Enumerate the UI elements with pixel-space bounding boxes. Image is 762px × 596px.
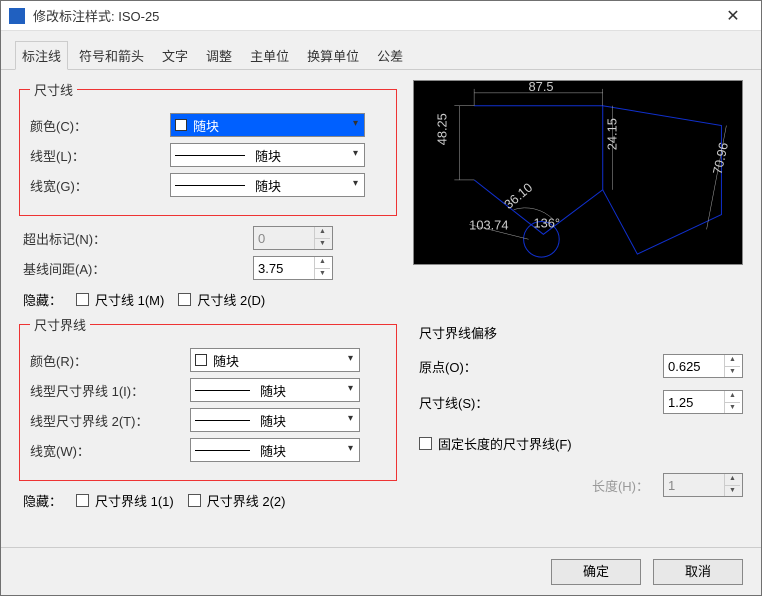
- svg-text:48.25: 48.25: [434, 113, 449, 145]
- extend-label: 超出标记(N)：: [23, 229, 253, 248]
- extline-group: 尺寸界线 颜色(R)： 随块 ▾ 线型尺寸界线 1(I)：: [19, 315, 397, 481]
- spin-down-icon[interactable]: ▼: [725, 403, 740, 414]
- dimline-hide1-checkbox[interactable]: 尺寸线 1(M): [76, 290, 164, 309]
- chevron-down-icon: ▾: [348, 353, 353, 364]
- dimline-legend: 尺寸线: [30, 80, 77, 99]
- tab-dimline[interactable]: 标注线: [15, 41, 68, 70]
- dimline-hide-label: 隐藏：: [23, 290, 62, 309]
- baseline-input[interactable]: [254, 257, 314, 279]
- extline-hide-label: 隐藏：: [23, 491, 62, 510]
- svg-text:36.10: 36.10: [501, 180, 535, 212]
- extend-spinner: ▲▼: [253, 226, 333, 250]
- spin-up-icon[interactable]: ▲: [315, 257, 330, 269]
- extltype2-label: 线型尺寸界线 2(T)：: [30, 411, 190, 430]
- chevron-down-icon: ▾: [348, 383, 353, 394]
- tab-primary-units[interactable]: 主单位: [243, 41, 296, 69]
- spin-down-icon: ▼: [725, 486, 740, 497]
- line-sample-icon: [195, 450, 250, 451]
- chevron-down-icon: ▾: [353, 118, 358, 129]
- line-sample-icon: [195, 390, 250, 391]
- svg-text:136°: 136°: [533, 215, 560, 230]
- dialog-footer: 确定 取消: [1, 547, 761, 595]
- tab-fit[interactable]: 调整: [199, 41, 239, 69]
- tab-tolerance[interactable]: 公差: [370, 41, 410, 69]
- dimline-color-select[interactable]: 随块 ▾: [170, 113, 365, 137]
- extltype1-label: 线型尺寸界线 1(I)：: [30, 381, 190, 400]
- extline-hide1-checkbox[interactable]: 尺寸界线 1(1): [76, 491, 174, 510]
- tab-bar: 标注线 符号和箭头 文字 调整 主单位 换算单位 公差: [1, 31, 761, 70]
- chevron-down-icon: ▾: [353, 178, 358, 189]
- origin-input[interactable]: [664, 355, 724, 377]
- chevron-down-icon: ▾: [348, 413, 353, 424]
- line-sample-icon: [175, 155, 245, 156]
- length-label: 长度(H)：: [419, 476, 663, 495]
- extend-input: [254, 227, 314, 249]
- svg-text:70.96: 70.96: [710, 141, 731, 176]
- offset-dimline-label: 尺寸线(S)：: [419, 393, 663, 412]
- chevron-down-icon: ▾: [353, 148, 358, 159]
- dimline-group: 尺寸线 颜色(C)： 随块 ▾ 线型(L)：: [19, 80, 397, 216]
- dimline-ltype-select[interactable]: 随块 ▾: [170, 143, 365, 167]
- line-sample-icon: [175, 185, 245, 186]
- spin-down-icon[interactable]: ▼: [315, 269, 330, 280]
- baseline-spinner[interactable]: ▲▼: [253, 256, 333, 280]
- tab-alt-units[interactable]: 换算单位: [300, 41, 366, 69]
- tab-text[interactable]: 文字: [155, 41, 195, 69]
- line-sample-icon: [195, 420, 250, 421]
- baseline-label: 基线间距(A)：: [23, 259, 253, 278]
- window-title: 修改标注样式: ISO-25: [33, 6, 713, 25]
- spin-down-icon: ▼: [315, 239, 330, 250]
- offset-legend: 尺寸界线偏移: [419, 323, 743, 342]
- spin-up-icon[interactable]: ▲: [725, 391, 740, 403]
- offset-group: 尺寸界线偏移 原点(O)： ▲▼ 尺寸线(S)： ▲▼: [413, 315, 743, 497]
- color-swatch-icon: [195, 354, 207, 366]
- spin-up-icon[interactable]: ▲: [725, 355, 740, 367]
- dimline-lweight-select[interactable]: 随块 ▾: [170, 173, 365, 197]
- extline-lweight-select[interactable]: 随块 ▾: [190, 438, 360, 462]
- extcolor-label: 颜色(R)：: [30, 351, 190, 370]
- spin-up-icon: ▲: [725, 474, 740, 486]
- extline-ltype1-select[interactable]: 随块 ▾: [190, 378, 360, 402]
- chevron-down-icon: ▾: [348, 443, 353, 454]
- spin-down-icon[interactable]: ▼: [725, 367, 740, 378]
- origin-label: 原点(O)：: [419, 357, 663, 376]
- app-icon: [9, 8, 25, 24]
- offset-dimline-spinner[interactable]: ▲▼: [663, 390, 743, 414]
- extline-ltype2-select[interactable]: 随块 ▾: [190, 408, 360, 432]
- tab-symbols[interactable]: 符号和箭头: [72, 41, 151, 69]
- titlebar: 修改标注样式: ISO-25 ✕: [1, 1, 761, 31]
- dialog-window: 修改标注样式: ISO-25 ✕ 标注线 符号和箭头 文字 调整 主单位 换算单…: [0, 0, 762, 596]
- svg-text:87.5: 87.5: [529, 81, 554, 94]
- close-icon[interactable]: ✕: [713, 6, 753, 26]
- dimension-preview: 87.5 48.25 24.15 70.96 36.10 136° 103.74: [413, 80, 743, 265]
- extline-hide2-checkbox[interactable]: 尺寸界线 2(2): [188, 491, 286, 510]
- svg-text:24.15: 24.15: [605, 118, 620, 150]
- extlweight-label: 线宽(W)：: [30, 441, 190, 460]
- ltype-label: 线型(L)：: [30, 146, 170, 165]
- length-spinner: ▲▼: [663, 473, 743, 497]
- dimline-hide2-checkbox[interactable]: 尺寸线 2(D): [178, 290, 265, 309]
- origin-spinner[interactable]: ▲▼: [663, 354, 743, 378]
- fixed-length-checkbox[interactable]: 固定长度的尺寸界线(F): [419, 434, 572, 453]
- spin-up-icon: ▲: [315, 227, 330, 239]
- cancel-button[interactable]: 取消: [653, 559, 743, 585]
- dialog-content: 尺寸线 颜色(C)： 随块 ▾ 线型(L)：: [1, 70, 761, 547]
- length-input: [664, 474, 724, 496]
- ok-button[interactable]: 确定: [551, 559, 641, 585]
- extline-legend: 尺寸界线: [30, 315, 90, 334]
- lweight-label: 线宽(G)：: [30, 176, 170, 195]
- offset-dimline-input[interactable]: [664, 391, 724, 413]
- extline-color-select[interactable]: 随块 ▾: [190, 348, 360, 372]
- color-label: 颜色(C)：: [30, 116, 170, 135]
- svg-text:103.74: 103.74: [469, 217, 508, 232]
- color-swatch-icon: [175, 119, 187, 131]
